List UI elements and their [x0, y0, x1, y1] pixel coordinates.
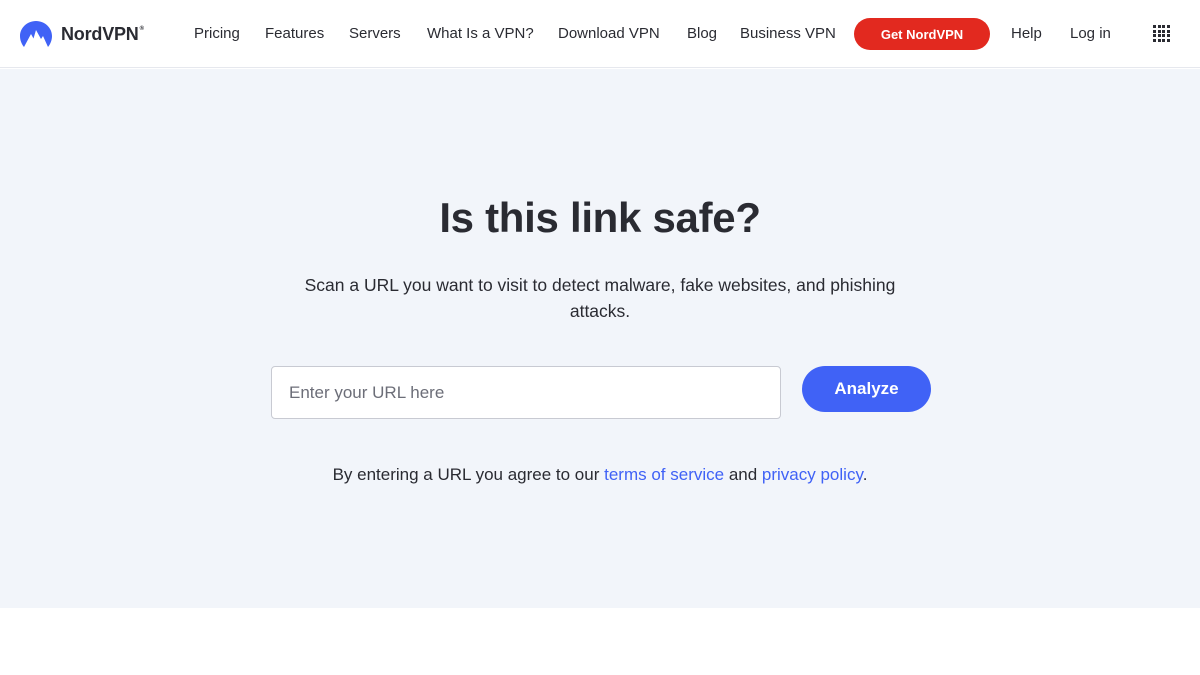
- agreement-prefix: By entering a URL you agree to our: [332, 465, 605, 484]
- get-nordvpn-button[interactable]: Get NordVPN: [854, 18, 990, 50]
- nav-business-vpn[interactable]: Business VPN: [740, 24, 836, 44]
- nav-servers[interactable]: Servers: [349, 24, 401, 44]
- grid-menu-icon[interactable]: [1153, 25, 1170, 42]
- url-input[interactable]: [271, 366, 781, 419]
- page-subtitle: Scan a URL you want to visit to detect m…: [304, 275, 896, 321]
- terms-of-service-link[interactable]: terms of service: [604, 465, 724, 484]
- nordvpn-mountain-icon: [20, 21, 52, 47]
- link-checker-hero: [0, 69, 1200, 608]
- nav-pricing[interactable]: Pricing: [194, 24, 240, 44]
- nav-log-in[interactable]: Log in: [1070, 24, 1111, 44]
- agreement-suffix: .: [862, 465, 868, 484]
- nav-what-is-a-vpn[interactable]: What Is a VPN?: [427, 24, 534, 44]
- page-title: Is this link safe?: [439, 194, 761, 241]
- privacy-policy-link[interactable]: privacy policy: [762, 465, 863, 484]
- site-header: NordVPN® Pricing Features Servers What I…: [0, 0, 1200, 68]
- agreement-text: By entering a URL you agree to our terms…: [0, 464, 1200, 486]
- logo-text: NordVPN®: [61, 23, 144, 44]
- nav-features[interactable]: Features: [265, 24, 324, 44]
- nav-download-vpn[interactable]: Download VPN: [558, 24, 660, 44]
- nordvpn-logo[interactable]: NordVPN®: [19, 20, 144, 48]
- analyze-button[interactable]: Analyze: [802, 366, 931, 412]
- nav-blog[interactable]: Blog: [687, 24, 717, 44]
- agreement-middle: and: [724, 465, 762, 484]
- nav-help[interactable]: Help: [1011, 24, 1042, 44]
